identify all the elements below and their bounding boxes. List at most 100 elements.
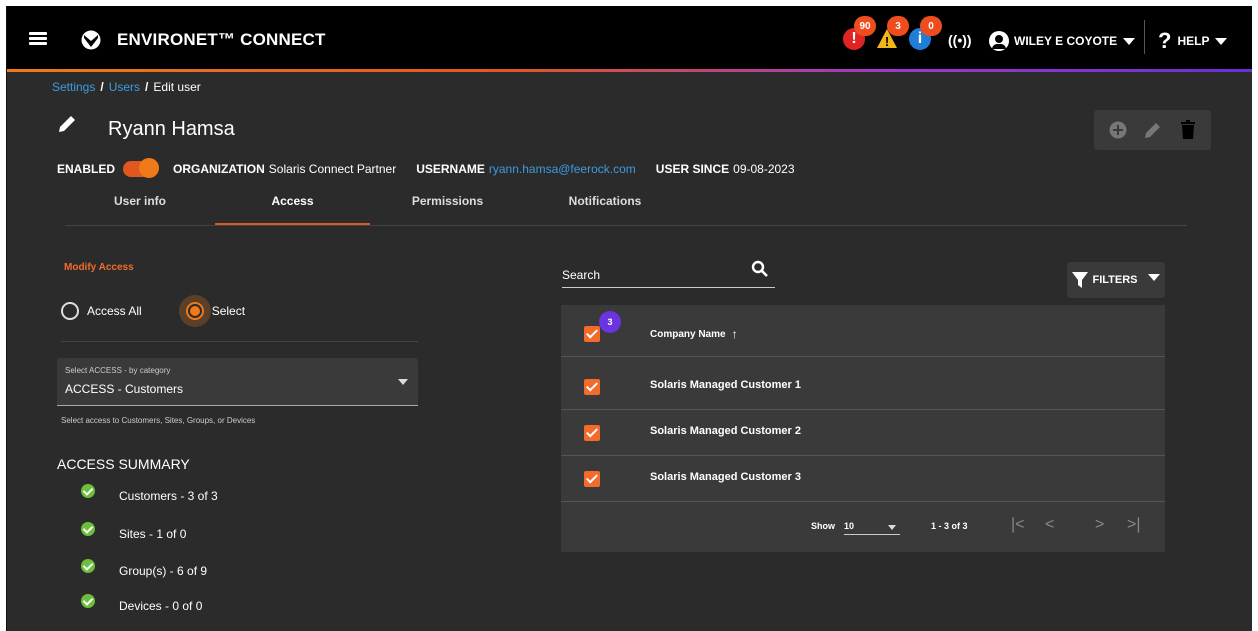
- add-button[interactable]: [1106, 118, 1130, 142]
- sort-ascending-icon: ↑: [731, 327, 738, 341]
- radio-select-label: Select: [211, 304, 246, 318]
- user-meta: ENABLED ORGANIZATION Solaris Connect Par…: [57, 158, 795, 178]
- hamburger-menu-icon[interactable]: [29, 32, 47, 45]
- select-value: ACCESS - Customers: [65, 382, 184, 396]
- delete-button[interactable]: [1176, 118, 1200, 142]
- row-checkbox[interactable]: [584, 379, 600, 395]
- access-summary-title: ACCESS SUMMARY: [57, 456, 190, 472]
- accent-bar: [7, 69, 1252, 72]
- edit-button[interactable]: [1141, 118, 1165, 142]
- modify-access-heading: Modify Access: [64, 262, 134, 273]
- tab-user-info[interactable]: User info: [65, 186, 215, 225]
- show-label: Show: [811, 521, 835, 531]
- svg-text:!: !: [885, 34, 889, 49]
- pagination: Show 10 1 - 3 of 3 |< < > >|: [561, 503, 1165, 552]
- radio-access-all[interactable]: [61, 302, 79, 320]
- search-input[interactable]: Search: [562, 260, 775, 288]
- check-circle-icon: [81, 594, 95, 608]
- tab-notifications[interactable]: Notifications: [525, 186, 685, 225]
- rows-per-page-select[interactable]: 10: [844, 517, 900, 535]
- chevron-down-icon: [1123, 37, 1136, 45]
- check-circle-icon: [81, 559, 95, 573]
- next-page-button[interactable]: >: [1095, 516, 1104, 534]
- username-value[interactable]: ryann.hamsa@feerock.com: [489, 162, 636, 176]
- organization-value: Solaris Connect Partner: [268, 162, 397, 176]
- user-menu[interactable]: WILEY E COYOTE: [989, 30, 1136, 52]
- access-category-select[interactable]: Select ACCESS - by category ACCESS - Cus…: [57, 358, 418, 406]
- company-name-cell: Solaris Managed Customer 2: [650, 425, 801, 437]
- radio-select[interactable]: [185, 302, 204, 320]
- info-alert-icon[interactable]: i 0: [909, 16, 942, 50]
- select-help-text: Select access to Customers, Sites, Group…: [61, 416, 256, 425]
- pencil-icon: [1144, 123, 1160, 138]
- trash-icon: [1180, 120, 1195, 139]
- help-menu[interactable]: ? HELP: [1158, 28, 1228, 54]
- select-all-checkbox[interactable]: [584, 326, 600, 342]
- page-title: Ryann Hamsa: [108, 118, 235, 140]
- edit-icon: [59, 116, 75, 132]
- chevron-down-icon: [1215, 37, 1228, 45]
- radio-access-all-label: Access All: [87, 304, 142, 318]
- table-row[interactable]: Solaris Managed Customer 3: [561, 456, 1165, 502]
- last-page-button[interactable]: >|: [1127, 516, 1141, 534]
- help-label: HELP: [1177, 34, 1210, 48]
- company-name-cell: Solaris Managed Customer 1: [650, 379, 801, 391]
- selected-count-badge: 3: [599, 311, 621, 333]
- info-alert-count: 0: [920, 16, 942, 36]
- table-header: 3 Company Name ↑: [561, 305, 1165, 357]
- table-row[interactable]: Solaris Managed Customer 1: [561, 364, 1165, 410]
- breadcrumb-users[interactable]: Users: [109, 80, 140, 94]
- summary-item: Sites - 1 of 0: [81, 522, 186, 541]
- app-title: ENVIRONET™ CONNECT: [117, 30, 326, 49]
- signal-icon[interactable]: ((•)): [948, 32, 972, 48]
- divider: [61, 341, 418, 342]
- user-menu-name: WILEY E COYOTE: [1014, 34, 1118, 48]
- critical-alert-count: 90: [854, 16, 876, 36]
- username-label: USERNAME: [416, 162, 485, 176]
- breadcrumb: Settings / Users / Edit user: [52, 80, 201, 94]
- access-mode: Access All Select: [61, 302, 245, 320]
- row-checkbox[interactable]: [584, 471, 600, 487]
- add-icon: [1109, 121, 1126, 139]
- logo-icon: [81, 30, 101, 50]
- breadcrumb-current: Edit user: [153, 80, 201, 94]
- help-icon: ?: [1158, 28, 1172, 53]
- summary-item: Group(s) - 6 of 9: [81, 559, 207, 578]
- summary-item: Customers - 3 of 3: [81, 484, 218, 503]
- prev-page-button[interactable]: <: [1045, 516, 1054, 534]
- search-icon[interactable]: [751, 260, 769, 278]
- user-since-value: 09-08-2023: [733, 162, 795, 176]
- user-avatar-icon: [989, 31, 1009, 51]
- divider: [1144, 20, 1145, 54]
- check-circle-icon: [81, 522, 95, 536]
- filters-button[interactable]: FILTERS: [1067, 262, 1165, 298]
- first-page-button[interactable]: |<: [1011, 516, 1025, 534]
- warning-alert-icon[interactable]: ! 3: [876, 16, 909, 50]
- enabled-label: ENABLED: [57, 162, 116, 176]
- tab-access[interactable]: Access: [215, 186, 370, 225]
- filters-label: FILTERS: [1092, 274, 1138, 286]
- app-window: ENVIRONET™ CONNECT ! 90 ! 3 i 0 ((•)) WI…: [6, 6, 1252, 631]
- critical-alert-icon[interactable]: ! 90: [843, 16, 876, 50]
- column-header-company-name[interactable]: Company Name ↑: [650, 327, 738, 341]
- top-bar: ENVIRONET™ CONNECT ! 90 ! 3 i 0 ((•)) WI…: [7, 6, 1252, 72]
- summary-item: Devices - 0 of 0: [81, 594, 202, 613]
- row-checkbox[interactable]: [584, 425, 600, 441]
- chevron-down-icon: [1147, 273, 1160, 281]
- user-actions-toolbar: [1094, 110, 1211, 150]
- company-table: 3 Company Name ↑ Solaris Managed Custome…: [561, 305, 1165, 552]
- table-row[interactable]: Solaris Managed Customer 2: [561, 410, 1165, 456]
- check-circle-icon: [81, 484, 95, 498]
- search-placeholder: Search: [562, 268, 601, 282]
- filter-icon: [1072, 272, 1089, 288]
- organization-label: ORGANIZATION: [173, 162, 265, 176]
- chevron-down-icon: [398, 379, 408, 385]
- tab-permissions[interactable]: Permissions: [370, 186, 525, 225]
- tab-bar: User info Access Permissions Notificatio…: [65, 186, 1187, 226]
- enabled-toggle[interactable]: [123, 158, 160, 178]
- warning-alert-count: 3: [887, 16, 909, 36]
- company-name-cell: Solaris Managed Customer 3: [650, 471, 801, 483]
- breadcrumb-settings[interactable]: Settings: [52, 80, 95, 94]
- select-caption: Select ACCESS - by category: [65, 366, 171, 375]
- page-range: 1 - 3 of 3: [931, 521, 968, 531]
